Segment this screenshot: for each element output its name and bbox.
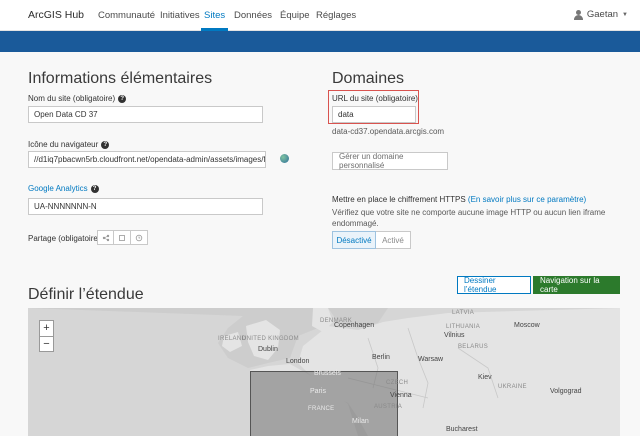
help-icon[interactable]: ? [90, 184, 99, 193]
map-label: Copenhagen [334, 322, 375, 329]
analytics-label[interactable]: Google Analytics? [28, 184, 99, 193]
domains-title: Domaines [332, 70, 405, 87]
zoom-out-button[interactable]: − [40, 336, 53, 351]
https-toggle-off[interactable]: Désactivé [332, 231, 376, 249]
site-url-full: data-cd37.opendata.arcgis.com [332, 127, 445, 136]
favicon-label: Icône du navigateur? [28, 140, 110, 149]
nav-item-communaute[interactable]: Communauté [98, 10, 155, 21]
chevron-down-icon: ▼ [622, 11, 628, 18]
basic-info-title: Informations élémentaires [28, 70, 213, 87]
share-label: Partage (obligatoire) [28, 234, 101, 243]
map-label: London [286, 358, 310, 365]
map-label: UNITED KINGDOM [242, 336, 299, 342]
share-icon[interactable] [97, 230, 114, 245]
nav-item-initiatives[interactable]: Initiatives [160, 10, 200, 21]
clock-icon[interactable] [131, 230, 148, 245]
custom-domain-button[interactable]: Gérer un domaine personnalisé [332, 152, 448, 170]
map-label: Bucharest [446, 426, 478, 433]
favicon-input[interactable]: //d1iq7pbacwn5rb.cloudfront.net/opendata… [28, 151, 266, 168]
map-label: BELARUS [458, 344, 489, 350]
map-label: Vienna [390, 392, 412, 399]
map-label: Moscow [514, 322, 540, 329]
map-label: Volgograd [550, 388, 582, 395]
nav-item-reglages[interactable]: Réglages [316, 10, 356, 21]
map-label: AUSTRIA [374, 404, 403, 410]
nav-item-donnees[interactable]: Données [234, 10, 272, 21]
map-label: Berlin [372, 354, 390, 361]
https-learn-more-link[interactable]: (En savoir plus sur ce paramètre) [468, 195, 586, 204]
map-label: UKRAINE [498, 384, 527, 390]
https-note: Vérifiez que votre site ne comporte aucu… [332, 208, 606, 228]
map-label: LITHUANIA [446, 324, 481, 330]
map-label: Paris [310, 388, 326, 395]
top-navigation: ArcGIS Hub Communauté Initiatives Sites … [0, 0, 640, 31]
nav-item-sites[interactable]: Sites [204, 10, 225, 21]
site-url-input[interactable]: data [332, 106, 416, 123]
https-label: Mettre en place le chiffrement HTTPS (En… [332, 195, 587, 204]
navigate-map-button[interactable]: Navigation sur la carte [533, 276, 620, 294]
map-label: Dublin [258, 346, 278, 353]
map-label: LATVIA [452, 310, 475, 316]
extent-title: Définir l’étendue [28, 286, 144, 303]
map-label: FRANCE [308, 406, 335, 412]
favicon-preview-icon [280, 154, 289, 163]
zoom-control: + − [39, 320, 54, 352]
map-label: CZECH [386, 380, 409, 386]
nav-item-equipe[interactable]: Équipe [280, 10, 310, 21]
map-label: Vilnius [444, 332, 465, 339]
site-name-input[interactable]: Open Data CD 37 [28, 106, 263, 123]
draw-extent-button[interactable]: Dessiner l’étendue [457, 276, 531, 294]
analytics-input[interactable]: UA-NNNNNNN-N [28, 198, 263, 215]
zoom-in-button[interactable]: + [40, 321, 53, 336]
https-toggle-on[interactable]: Activé [376, 231, 411, 249]
bookmark-icon[interactable] [114, 230, 131, 245]
share-options [97, 230, 148, 245]
map-label: Warsaw [418, 356, 444, 363]
user-name: Gaetan [586, 9, 619, 20]
map-label: Kiev [478, 374, 492, 381]
user-icon [573, 9, 583, 20]
site-name-label: Nom du site (obligatoire)? [28, 94, 127, 103]
map-label: Brussels [314, 370, 341, 377]
brand-logo[interactable]: ArcGIS Hub [28, 9, 84, 21]
extent-map[interactable]: + − LATVIA DENMARK Copenhagen Moscow LIT… [28, 308, 620, 436]
user-menu[interactable]: Gaetan ▼ [573, 9, 628, 20]
help-icon[interactable]: ? [118, 94, 127, 103]
help-icon[interactable]: ? [101, 140, 110, 149]
map-label: Milan [352, 418, 369, 425]
site-banner [0, 31, 640, 52]
site-url-label: URL du site (obligatoire) [332, 94, 418, 103]
